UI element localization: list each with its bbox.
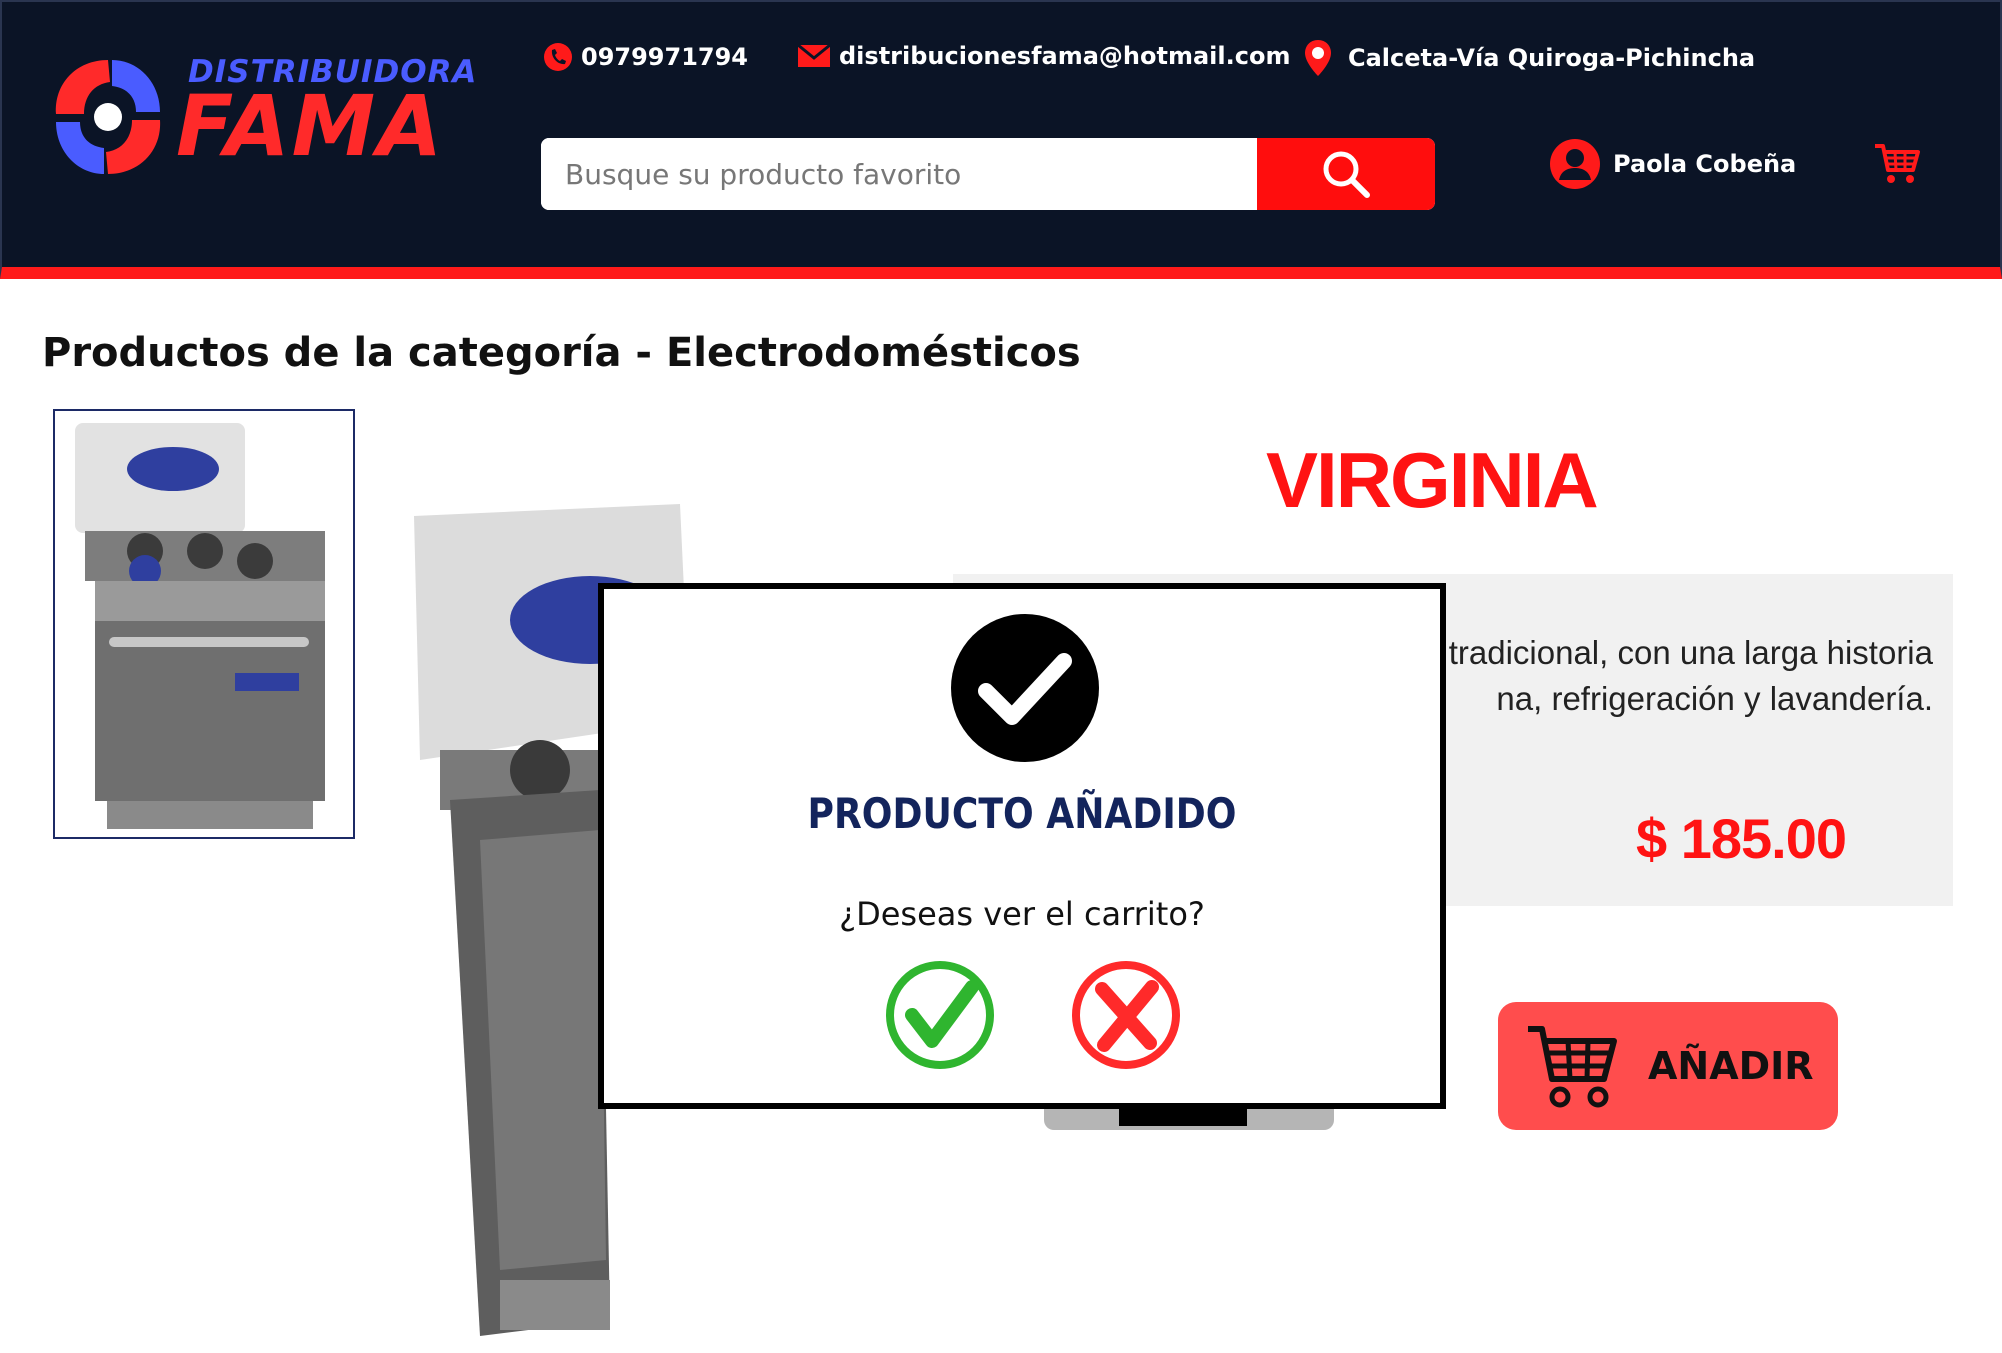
user-name: Paola Cobeña xyxy=(1613,150,1797,178)
product-added-dialog: PRODUCTO AÑADIDO ¿Deseas ver el carrito? xyxy=(598,583,1446,1109)
search-input[interactable] xyxy=(541,138,1257,210)
image-slider-track[interactable] xyxy=(1044,1106,1334,1130)
image-slider-thumb[interactable] xyxy=(1119,1106,1247,1126)
page-title: Productos de la categoría - Electrodomés… xyxy=(42,330,1081,376)
product-thumbnail[interactable] xyxy=(53,409,355,839)
add-to-cart-button[interactable]: AÑADIR xyxy=(1498,1002,1838,1130)
cart-icon xyxy=(1528,1026,1617,1108)
phone-number: 0979971794 xyxy=(581,43,748,71)
dialog-question: ¿Deseas ver el carrito? xyxy=(839,895,1205,933)
site-header: DISTRIBUIDORA FAMA 0979971794 distribuci… xyxy=(0,0,2002,279)
cancel-view-cart-button[interactable] xyxy=(1070,959,1182,1071)
phone-icon xyxy=(543,42,573,72)
user-icon xyxy=(1549,138,1601,190)
contact-phone[interactable]: 0979971794 xyxy=(543,42,748,72)
search-icon xyxy=(1323,151,1370,198)
brand-main-text: FAMA xyxy=(176,77,445,175)
cancel-no-icon xyxy=(1072,961,1180,1069)
confirm-view-cart-button[interactable] xyxy=(884,959,996,1071)
header-cart-button[interactable] xyxy=(1873,142,1921,190)
mail-icon xyxy=(797,43,831,69)
brand-logo[interactable]: DISTRIBUIDORA FAMA xyxy=(48,46,476,186)
success-check-icon xyxy=(950,613,1100,767)
add-to-cart-label: AÑADIR xyxy=(1648,1044,1814,1088)
location-text: Calceta-Vía Quiroga-Pichincha xyxy=(1348,44,1756,72)
search-bar xyxy=(541,138,1435,210)
stove-thumbnail-image xyxy=(75,423,325,829)
user-account[interactable]: Paola Cobeña xyxy=(1549,138,1796,190)
logo-swirl-icon xyxy=(55,60,161,174)
product-name: VIRGINIA xyxy=(1266,436,1599,524)
dialog-title: PRODUCTO AÑADIDO xyxy=(807,789,1237,838)
cart-icon xyxy=(1875,144,1920,183)
contact-location[interactable]: Calceta-Vía Quiroga-Pichincha xyxy=(1302,38,1755,78)
email-address: distribucionesfama@hotmail.com xyxy=(839,42,1291,70)
confirm-yes-icon xyxy=(886,961,994,1069)
search-button[interactable] xyxy=(1257,138,1435,210)
product-price: $ 185.00 xyxy=(1636,807,1847,870)
location-pin-icon xyxy=(1302,38,1334,78)
contact-email[interactable]: distribucionesfama@hotmail.com xyxy=(797,42,1290,70)
